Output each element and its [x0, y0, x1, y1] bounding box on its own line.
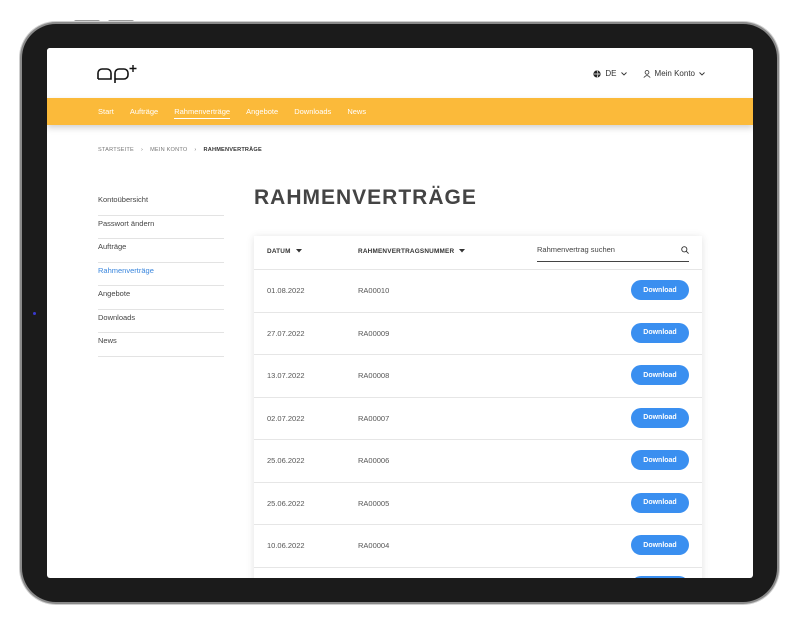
nav-item-angebote[interactable]: Angebote	[246, 107, 278, 119]
search-field	[537, 244, 689, 262]
date-cell: 13.07.2022	[267, 371, 305, 380]
main-nav: Start Aufträge Rahmenverträge Angebote D…	[47, 98, 753, 125]
page-title: RAHMENVERTRÄGE	[254, 186, 477, 209]
number-cell: RA00004	[358, 541, 390, 550]
breadcrumb-current: RAHMENVERTRÄGE	[203, 147, 262, 153]
account-sidebar: Kontoübersicht Passwort ändern Aufträge …	[98, 192, 224, 357]
breadcrumb-separator: ›	[140, 147, 144, 153]
download-button[interactable]: Download	[631, 407, 689, 428]
nav-item-rahmenvertraege[interactable]: Rahmenverträge	[174, 107, 231, 119]
table-header: DATUM RAHMENVERTRAGSNUMMER	[254, 236, 702, 270]
date-cell: 02.07.2022	[267, 413, 305, 423]
sidebar-item-news[interactable]: News	[98, 333, 224, 357]
language-switch[interactable]: DE	[593, 69, 627, 78]
download-button[interactable]: Download	[631, 450, 689, 470]
account-label: Mein Konto	[654, 69, 695, 78]
download-button[interactable]: Download	[631, 535, 689, 555]
table-row: 02.07.2022 RA00007 Download	[254, 397, 702, 440]
download-button[interactable]: Download	[631, 280, 689, 300]
column-label: DATUM	[267, 248, 291, 255]
sidebar-item-rahmenvertraege[interactable]: Rahmenverträge	[98, 263, 224, 286]
download-button[interactable]: Download	[631, 365, 689, 385]
table-row: 01.08.2022 RA00010 Download	[254, 269, 702, 313]
user-icon	[643, 69, 651, 78]
table-row: 27.07.2022 RA00009 Download	[254, 312, 702, 355]
sort-caret-icon	[295, 249, 302, 253]
ap-logo-icon	[97, 65, 137, 83]
table-row	[254, 567, 702, 578]
date-cell: 27.07.2022	[267, 328, 305, 338]
sort-date-header[interactable]: DATUM	[267, 248, 302, 255]
sort-caret-icon	[459, 249, 466, 253]
chevron-down-icon	[620, 71, 627, 76]
account-menu[interactable]: Mein Konto	[643, 69, 705, 78]
table-row: 10.06.2022 RA00004 Download	[254, 524, 702, 568]
number-cell: RA00007	[358, 413, 390, 423]
table-row: 25.06.2022 RA00006 Download	[254, 439, 702, 483]
number-cell: RA00006	[358, 456, 390, 465]
logo[interactable]	[96, 65, 142, 88]
date-cell: 10.06.2022	[267, 541, 305, 550]
contracts-table: DATUM RAHMENVERTRAGSNUMMER 01.08.2022 RA…	[254, 236, 702, 578]
date-cell: 25.06.2022	[267, 456, 305, 465]
nav-item-auftraege[interactable]: Aufträge	[130, 107, 158, 119]
number-cell: RA00009	[358, 328, 390, 338]
breadcrumb-separator: ›	[194, 147, 197, 153]
number-cell: RA00005	[358, 498, 390, 508]
download-button[interactable]: Download	[631, 492, 689, 513]
number-cell: RA00008	[358, 371, 390, 380]
nav-item-downloads[interactable]: Downloads	[294, 107, 331, 119]
search-icon[interactable]	[681, 246, 689, 254]
table-row: 25.06.2022 RA00005 Download	[254, 482, 702, 525]
camera-dot	[33, 312, 36, 315]
sidebar-item-passwort[interactable]: Passwort ändern	[98, 216, 224, 239]
site-header: DE Mein Konto	[47, 48, 753, 98]
nav-item-start[interactable]: Start	[98, 107, 114, 119]
language-label: DE	[605, 69, 617, 78]
sidebar-item-auftraege[interactable]: Aufträge	[98, 239, 224, 263]
breadcrumb: STARTSEITE › MEIN KONTO › RAHMENVERTRÄGE	[98, 147, 262, 153]
breadcrumb-account[interactable]: MEIN KONTO	[150, 147, 187, 153]
date-cell: 25.06.2022	[267, 498, 305, 508]
download-button[interactable]	[631, 575, 689, 578]
date-cell: 01.08.2022	[267, 286, 305, 295]
sidebar-item-kontouebersicht[interactable]: Kontoübersicht	[98, 192, 224, 216]
sort-number-header[interactable]: RAHMENVERTRAGSNUMMER	[358, 248, 466, 255]
nav-item-news[interactable]: News	[347, 107, 366, 119]
globe-icon	[593, 69, 602, 78]
screen: DE Mein Konto Start Aufträge Rahmenvertr…	[47, 48, 753, 578]
number-cell: RA00010	[358, 286, 390, 295]
search-input[interactable]	[537, 245, 667, 254]
download-button[interactable]: Download	[631, 322, 689, 343]
sidebar-item-downloads[interactable]: Downloads	[98, 310, 224, 333]
table-row: 13.07.2022 RA00008 Download	[254, 354, 702, 398]
column-label: RAHMENVERTRAGSNUMMER	[358, 248, 455, 255]
breadcrumb-home[interactable]: STARTSEITE	[98, 147, 134, 153]
chevron-down-icon	[699, 71, 705, 76]
sidebar-item-angebote[interactable]: Angebote	[98, 286, 224, 310]
